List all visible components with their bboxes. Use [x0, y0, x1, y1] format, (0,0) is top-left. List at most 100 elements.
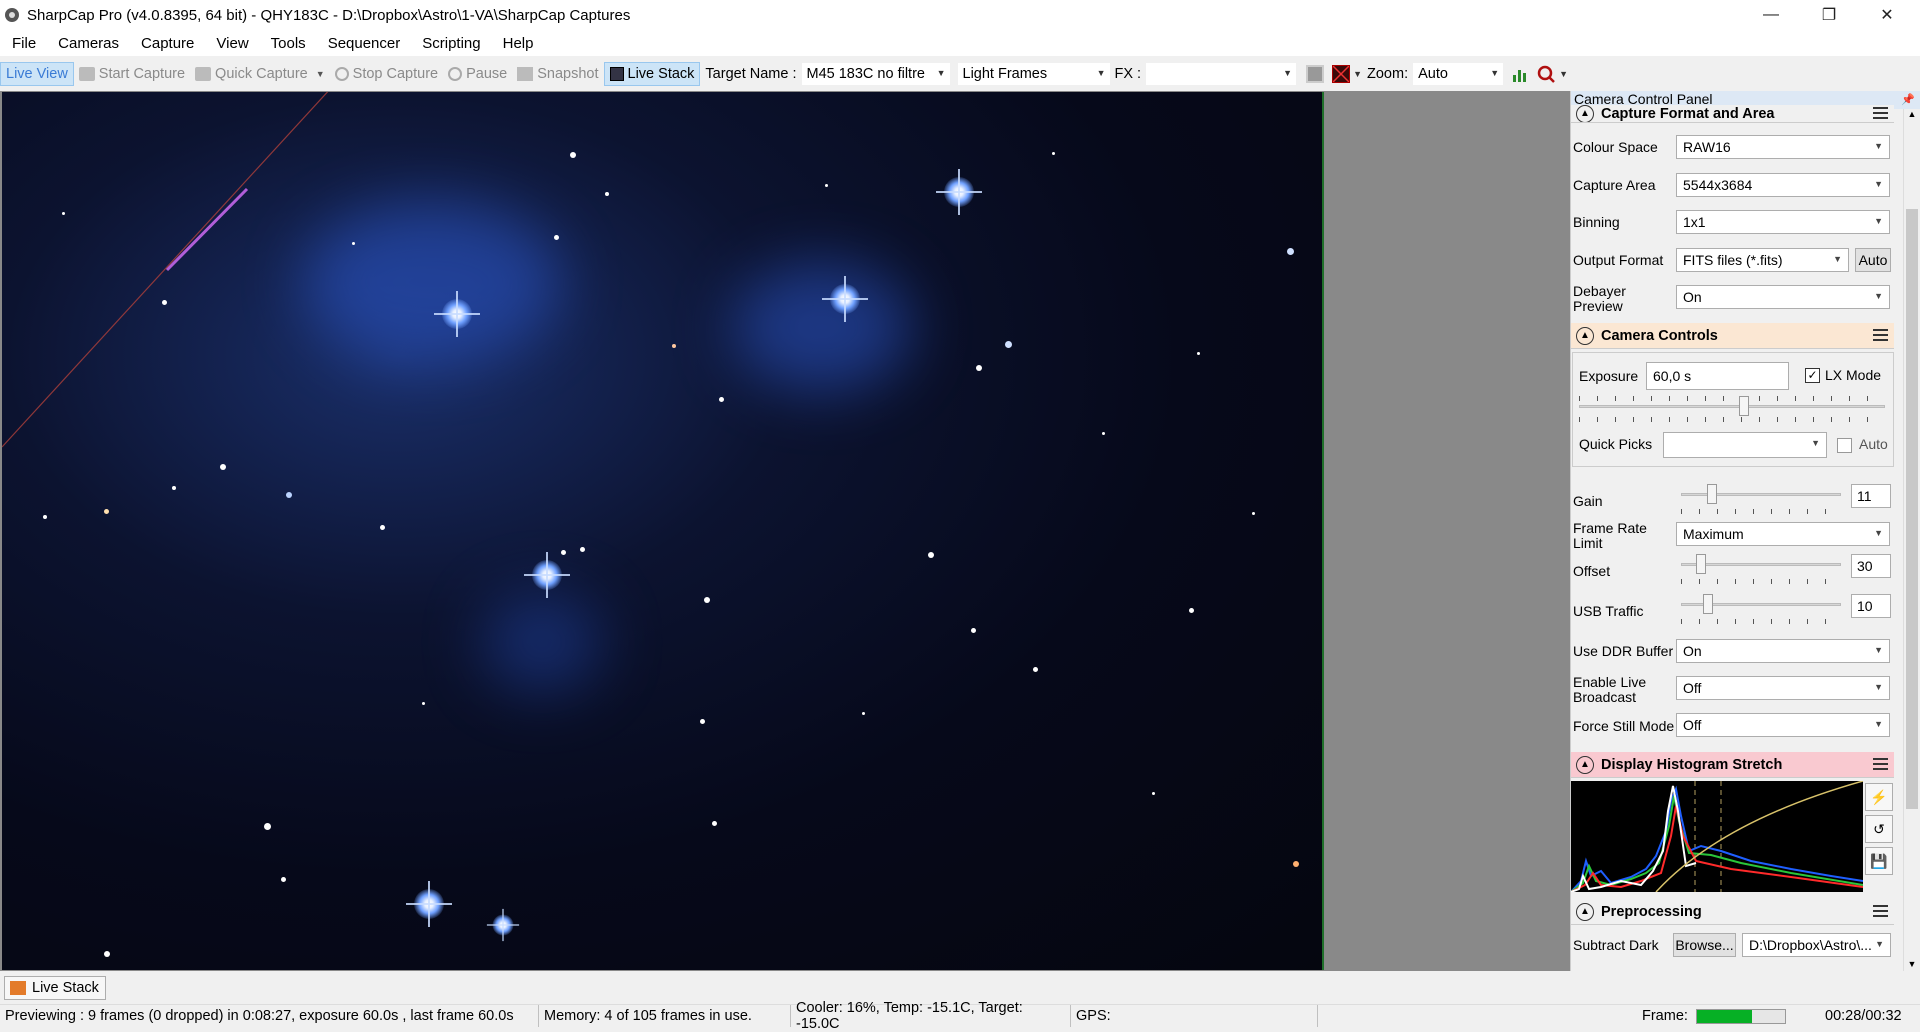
histogram-icon[interactable] [1511, 65, 1529, 83]
star [825, 184, 828, 187]
sharpcap-app-icon [5, 8, 19, 22]
quick-capture-button[interactable]: Quick Capture ▼ [190, 62, 330, 86]
auto-exposure-label: Auto [1859, 436, 1888, 452]
menu-file[interactable]: File [12, 35, 36, 52]
frame-type-combo[interactable]: Light Frames ▼ [957, 63, 1110, 85]
chevron-down-icon: ▼ [1874, 179, 1883, 189]
collapse-icon[interactable]: ▲ [1576, 902, 1594, 921]
usb-traffic-input[interactable]: 10 [1851, 594, 1891, 618]
zoom-search-icon[interactable] [1537, 65, 1557, 83]
gain-input[interactable]: 11 [1851, 484, 1891, 508]
status-cooler: Cooler: 16%, Temp: -15.1C, Target: -15.0… [791, 1000, 1071, 1032]
pause-button[interactable]: Pause [443, 62, 512, 86]
capture-area-value: 5544x3684 [1683, 177, 1753, 193]
output-format-dropdown[interactable]: FITS files (*.fits) ▼ [1676, 248, 1849, 272]
start-capture-label: Start Capture [98, 66, 186, 82]
scroll-down-icon[interactable]: ▼ [1904, 959, 1920, 969]
exposure-input[interactable]: 60,0 s [1646, 362, 1789, 390]
star [712, 821, 717, 826]
preprocessing-header[interactable]: ▲ Preprocessing [1571, 899, 1894, 925]
debayer-preview-dropdown[interactable]: On ▼ [1676, 285, 1890, 309]
collapse-icon[interactable]: ▲ [1576, 105, 1594, 122]
scroll-thumb[interactable] [1906, 209, 1918, 809]
exposure-slider-track[interactable] [1579, 405, 1885, 408]
binning-dropdown[interactable]: 1x1 ▼ [1676, 210, 1890, 234]
camera-controls-header[interactable]: ▲ Camera Controls [1571, 323, 1894, 349]
minimize-button[interactable]: — [1742, 0, 1800, 30]
usb-ticks [1681, 619, 1841, 624]
menu-view[interactable]: View [216, 35, 248, 52]
fx-combo[interactable]: ▼ [1146, 63, 1297, 85]
frame-progress-bar [1696, 1009, 1786, 1024]
menu-icon[interactable] [1873, 329, 1888, 341]
output-format-label: Output Format [1573, 252, 1664, 268]
restore-button[interactable]: ❐ [1800, 0, 1858, 30]
usb-slider-thumb[interactable] [1703, 594, 1713, 614]
ddr-buffer-label: Use DDR Buffer [1573, 643, 1674, 659]
image-viewer[interactable] [0, 91, 1570, 971]
lightning-icon[interactable]: ⚡ [1865, 783, 1893, 811]
menu-icon[interactable] [1873, 758, 1888, 770]
live-stack-button[interactable]: Live Stack [603, 62, 701, 86]
gain-slider-track[interactable] [1681, 493, 1841, 496]
capture-area-dropdown[interactable]: 5544x3684 ▼ [1676, 173, 1890, 197]
panel-scrollbar[interactable]: ▲ ▼ [1903, 109, 1920, 971]
live-stack-tab[interactable]: Live Stack [4, 976, 106, 1000]
force-still-dropdown[interactable]: Off ▼ [1676, 713, 1890, 737]
start-capture-button[interactable]: Start Capture [74, 62, 190, 86]
pause-label: Pause [466, 66, 508, 82]
target-name-combo[interactable]: M45 183C no filtre ▼ [801, 63, 950, 85]
live-view-button[interactable]: Live View [0, 62, 74, 86]
menu-capture[interactable]: Capture [141, 35, 194, 52]
frame-rate-dropdown[interactable]: Maximum ▼ [1676, 522, 1890, 546]
ddr-buffer-dropdown[interactable]: On ▼ [1676, 639, 1890, 663]
histogram-graph[interactable] [1571, 781, 1863, 892]
colour-space-dropdown[interactable]: RAW16 ▼ [1676, 135, 1890, 159]
capture-format-header[interactable]: ▲ Capture Format and Area [1571, 105, 1894, 123]
binning-label: Binning [1573, 214, 1620, 230]
lx-mode-checkbox[interactable]: ✓ [1805, 368, 1820, 383]
snapshot-button[interactable]: Snapshot [512, 62, 603, 86]
menu-help[interactable]: Help [503, 35, 534, 52]
dark-file-dropdown[interactable]: D:\Dropbox\Astro\... ▼ [1742, 933, 1891, 957]
gain-slider-thumb[interactable] [1707, 484, 1717, 504]
star [1189, 608, 1194, 613]
menu-sequencer[interactable]: Sequencer [328, 35, 401, 52]
gain-label: Gain [1573, 493, 1603, 509]
scroll-up-icon[interactable]: ▲ [1904, 109, 1920, 119]
live-broadcast-dropdown[interactable]: Off ▼ [1676, 676, 1890, 700]
bright-star [936, 169, 982, 215]
color-swatch-icon[interactable] [1306, 65, 1325, 83]
menu-icon[interactable] [1873, 905, 1888, 917]
menu-scripting[interactable]: Scripting [422, 35, 480, 52]
live-stack-image[interactable] [2, 92, 1324, 970]
histogram-header[interactable]: ▲ Display Histogram Stretch [1571, 752, 1894, 778]
quick-picks-dropdown[interactable]: ▼ [1663, 432, 1827, 458]
stop-capture-button[interactable]: Stop Capture [330, 62, 443, 86]
bright-star [486, 908, 520, 942]
menu-icon[interactable] [1873, 107, 1888, 119]
collapse-icon[interactable]: ▲ [1576, 326, 1594, 345]
auto-output-button[interactable]: Auto [1855, 248, 1891, 272]
star [580, 547, 585, 552]
browse-button[interactable]: Browse... [1673, 933, 1736, 957]
crosshair-icon[interactable] [1332, 65, 1351, 83]
chevron-down-icon[interactable]: ▼ [316, 69, 325, 79]
chevron-down-icon[interactable]: ▼ [1559, 69, 1568, 79]
close-button[interactable]: ✕ [1858, 0, 1916, 30]
pin-icon[interactable]: 📌 [1901, 93, 1915, 106]
reset-icon[interactable]: ↺ [1865, 815, 1893, 843]
collapse-icon[interactable]: ▲ [1576, 755, 1594, 774]
auto-exposure-checkbox[interactable] [1837, 438, 1852, 453]
debayer-label-2: Preview [1573, 298, 1623, 314]
chevron-down-icon[interactable]: ▼ [1353, 69, 1362, 79]
offset-input[interactable]: 30 [1851, 554, 1891, 578]
target-name-value: M45 183C no filtre [806, 66, 925, 82]
zoom-combo[interactable]: Auto ▼ [1413, 63, 1504, 85]
exposure-slider-thumb[interactable] [1739, 396, 1749, 416]
menu-tools[interactable]: Tools [271, 35, 306, 52]
save-icon[interactable]: 💾 [1865, 847, 1893, 875]
offset-slider-thumb[interactable] [1696, 554, 1706, 574]
menu-cameras[interactable]: Cameras [58, 35, 119, 52]
frame-rate-label-1: Frame Rate [1573, 520, 1647, 536]
